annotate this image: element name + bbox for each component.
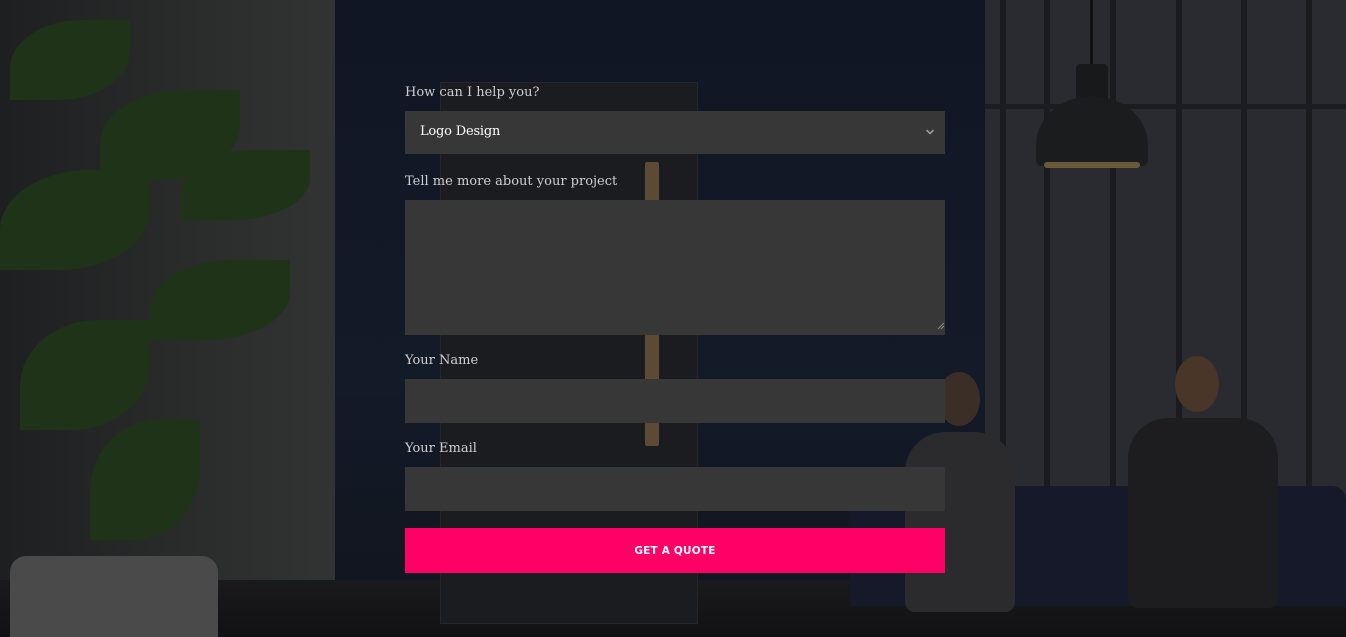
email-input[interactable]: [405, 467, 945, 511]
background-rail: [985, 104, 1346, 109]
lamp-cord: [1090, 0, 1093, 66]
service-select[interactable]: Logo Design: [405, 111, 945, 154]
plant-pot: [10, 556, 218, 637]
service-label: How can I help you?: [405, 85, 540, 100]
name-label: Your Name: [405, 353, 479, 368]
email-label: Your Email: [405, 441, 477, 456]
project-textarea[interactable]: [405, 200, 945, 335]
service-select-value: Logo Design: [420, 124, 501, 139]
name-input[interactable]: [405, 379, 945, 423]
get-quote-button[interactable]: GET A QUOTE: [405, 528, 945, 573]
resize-handle-icon[interactable]: [937, 322, 945, 330]
chevron-down-icon: [926, 129, 934, 135]
background-person: [1128, 418, 1278, 608]
quote-form: How can I help you? Logo Design Tell me …: [405, 84, 945, 573]
lamp-glow: [1044, 162, 1140, 168]
project-label: Tell me more about your project: [405, 174, 618, 189]
lamp-top: [1076, 64, 1108, 100]
background-person-head: [1175, 356, 1219, 412]
